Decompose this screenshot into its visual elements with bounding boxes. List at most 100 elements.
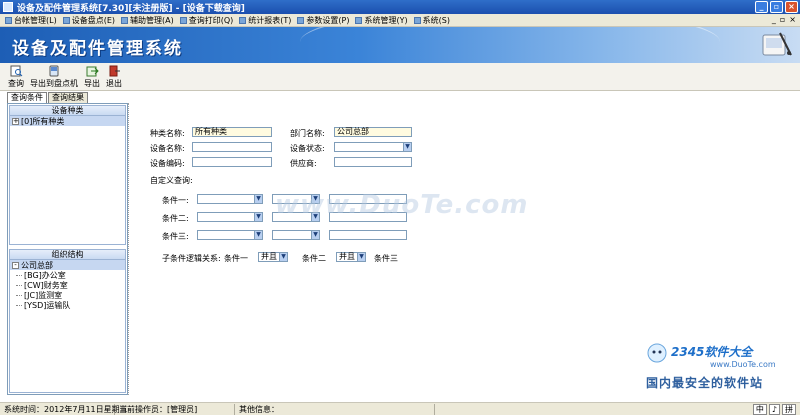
condition-1-label: 条件一: (162, 196, 189, 205)
mdi-controls: _ ▫ × (772, 15, 796, 24)
tab-strip: 查询条件 查询结果 (7, 92, 88, 103)
ime-pinyin-button[interactable]: 拼 (782, 404, 796, 415)
watermark-text: www.DuoTe.com (275, 190, 529, 220)
window-titlebar: 设备及配件管理系统[7.30][未注册版] - [设备下载查询] _ ▫ × (0, 0, 800, 14)
condition-2-label: 条件二: (162, 214, 189, 223)
tree-item-org[interactable]: [BG]办公室 (10, 270, 125, 280)
category-panel: 设备种类 + [0]所有种类 (9, 105, 126, 245)
chevron-down-icon[interactable]: ▼ (403, 143, 411, 151)
mdi-close-button[interactable]: × (789, 15, 796, 24)
dept-input[interactable]: 公司总部 (334, 127, 412, 137)
device-status-label: 设备状态: (290, 144, 325, 153)
toolbar: 查询 导出到盘点机 导出 退出 (0, 63, 800, 91)
menu-query-print[interactable]: 查询打印(Q) (177, 15, 237, 26)
banner-logo-icon (762, 32, 792, 56)
custom-query-label: 自定义查询: (150, 176, 193, 185)
pane-splitter[interactable] (128, 103, 131, 395)
menu-system-admin[interactable]: 系统管理(Y) (352, 15, 410, 26)
tree-item-all-categories[interactable]: + [0]所有种类 (10, 116, 125, 126)
status-time: 系统时间：2012年7月11日星期三 (0, 403, 128, 415)
menu-reports-icon (239, 16, 247, 24)
supplier-input[interactable] (334, 157, 412, 167)
condition-3-op-select[interactable]: ▼ (272, 230, 320, 240)
brand-mascot-icon (647, 343, 667, 363)
export-icon (86, 66, 99, 77)
banner-title: 设备及配件管理系统 (12, 39, 183, 59)
menu-query-icon (179, 16, 187, 24)
ime-lang-button[interactable]: 中 (752, 404, 767, 415)
logic-op-2-select[interactable]: 并且 ▼ (336, 252, 366, 262)
search-icon (10, 65, 22, 77)
status-other: 其他信息： (235, 403, 435, 415)
chevron-down-icon[interactable]: ▼ (254, 231, 262, 239)
brand-url: www.DuoTe.com (710, 360, 776, 369)
logic-condition-1: 条件一 (224, 254, 248, 263)
app-banner: 设备及配件管理系统 (0, 27, 800, 63)
window-controls: _ ▫ × (755, 1, 798, 13)
menu-settings[interactable]: 参数设置(P) (294, 15, 352, 26)
menu-bar: 台帐管理(L) 设备盘点(E) 辅助管理(A) 查询打印(Q) 统计报表(T) … (0, 14, 800, 27)
category-panel-title: 设备种类 (10, 106, 125, 116)
org-panel: 组织结构 - 公司总部 [BG]办公室 [CW]财务室 [JC]监测室 [YSD… (9, 249, 126, 393)
mdi-minimize-button[interactable]: _ (772, 15, 776, 24)
menu-ledger-icon (5, 16, 12, 24)
brand-name: 2345软件大全 (671, 345, 753, 359)
tree-item-org[interactable]: [YSD]运输队 (10, 300, 125, 310)
close-button[interactable]: × (785, 1, 798, 13)
ime-moon-button[interactable]: ♪ (768, 404, 780, 415)
export-device-icon (49, 65, 58, 77)
dept-label: 部门名称: (290, 129, 325, 138)
menu-admin-icon (355, 16, 363, 24)
query-button[interactable]: 查询 (8, 65, 24, 89)
export-to-device-button[interactable]: 导出到盘点机 (30, 65, 78, 89)
menu-inventory[interactable]: 设备盘点(E) (60, 15, 118, 26)
condition-3-field-select[interactable]: ▼ (197, 230, 263, 240)
watermark-brand: 2345软件大全 www.DuoTe.com 国内最安全的软件站 (644, 340, 794, 395)
chevron-down-icon[interactable]: ▼ (254, 213, 262, 221)
supplier-label: 供应商: (290, 159, 317, 168)
device-code-label: 设备编码: (150, 159, 185, 168)
condition-3-label: 条件三: (162, 232, 189, 241)
condition-3-value-input[interactable] (329, 230, 407, 240)
app-icon (3, 2, 13, 12)
logic-label: 子条件逻辑关系: (162, 254, 221, 263)
condition-1-field-select[interactable]: ▼ (197, 194, 263, 204)
logic-condition-3: 条件三 (374, 254, 398, 263)
exit-button[interactable]: 退出 (106, 65, 122, 89)
tab-query-conditions[interactable]: 查询条件 (7, 92, 47, 103)
device-status-select[interactable]: ▼ (334, 142, 412, 152)
device-name-input[interactable] (192, 142, 272, 152)
exit-icon (109, 65, 120, 77)
left-pane: 设备种类 + [0]所有种类 组织结构 - 公司总部 [BG]办公室 [CW]财… (7, 103, 128, 395)
condition-2-field-select[interactable]: ▼ (197, 212, 263, 222)
collapse-icon[interactable]: - (12, 261, 19, 269)
category-input[interactable]: 所有种类 (192, 127, 272, 137)
tree-item-org[interactable]: [CW]财务室 (10, 280, 125, 290)
minimize-button[interactable]: _ (755, 1, 768, 13)
menu-inventory-icon (62, 16, 70, 24)
chevron-down-icon[interactable]: ▼ (357, 253, 365, 261)
tree-item-headquarters[interactable]: - 公司总部 (10, 260, 125, 270)
maximize-button[interactable]: ▫ (770, 1, 783, 13)
brand-tagline: 国内最安全的软件站 (646, 376, 764, 390)
window-title: 设备及配件管理系统[7.30][未注册版] - [设备下载查询] (17, 3, 245, 14)
device-code-input[interactable] (192, 157, 272, 167)
menu-assist[interactable]: 辅助管理(A) (118, 15, 177, 26)
tab-query-results[interactable]: 查询结果 (48, 92, 88, 103)
menu-system[interactable]: 系统(S) (411, 15, 453, 26)
mdi-restore-button[interactable]: ▫ (780, 15, 785, 24)
tree-item-org[interactable]: [JC]监测室 (10, 290, 125, 300)
logic-condition-2: 条件二 (302, 254, 326, 263)
export-button[interactable]: 导出 (84, 65, 100, 89)
chevron-down-icon[interactable]: ▼ (279, 253, 287, 261)
chevron-down-icon[interactable]: ▼ (311, 231, 319, 239)
logic-op-1-select[interactable]: 并且 ▼ (258, 252, 288, 262)
menu-settings-icon (297, 16, 305, 24)
category-label: 种类名称: (150, 129, 185, 138)
menu-system-icon (413, 16, 421, 24)
menu-reports[interactable]: 统计报表(T) (236, 15, 294, 26)
status-bar: 系统时间：2012年7月11日星期三 当前操作员：[管理员] 其他信息： 中 ♪… (0, 402, 800, 415)
chevron-down-icon[interactable]: ▼ (254, 195, 262, 203)
menu-ledger[interactable]: 台帐管理(L) (2, 15, 60, 26)
expand-icon[interactable]: + (12, 117, 19, 125)
